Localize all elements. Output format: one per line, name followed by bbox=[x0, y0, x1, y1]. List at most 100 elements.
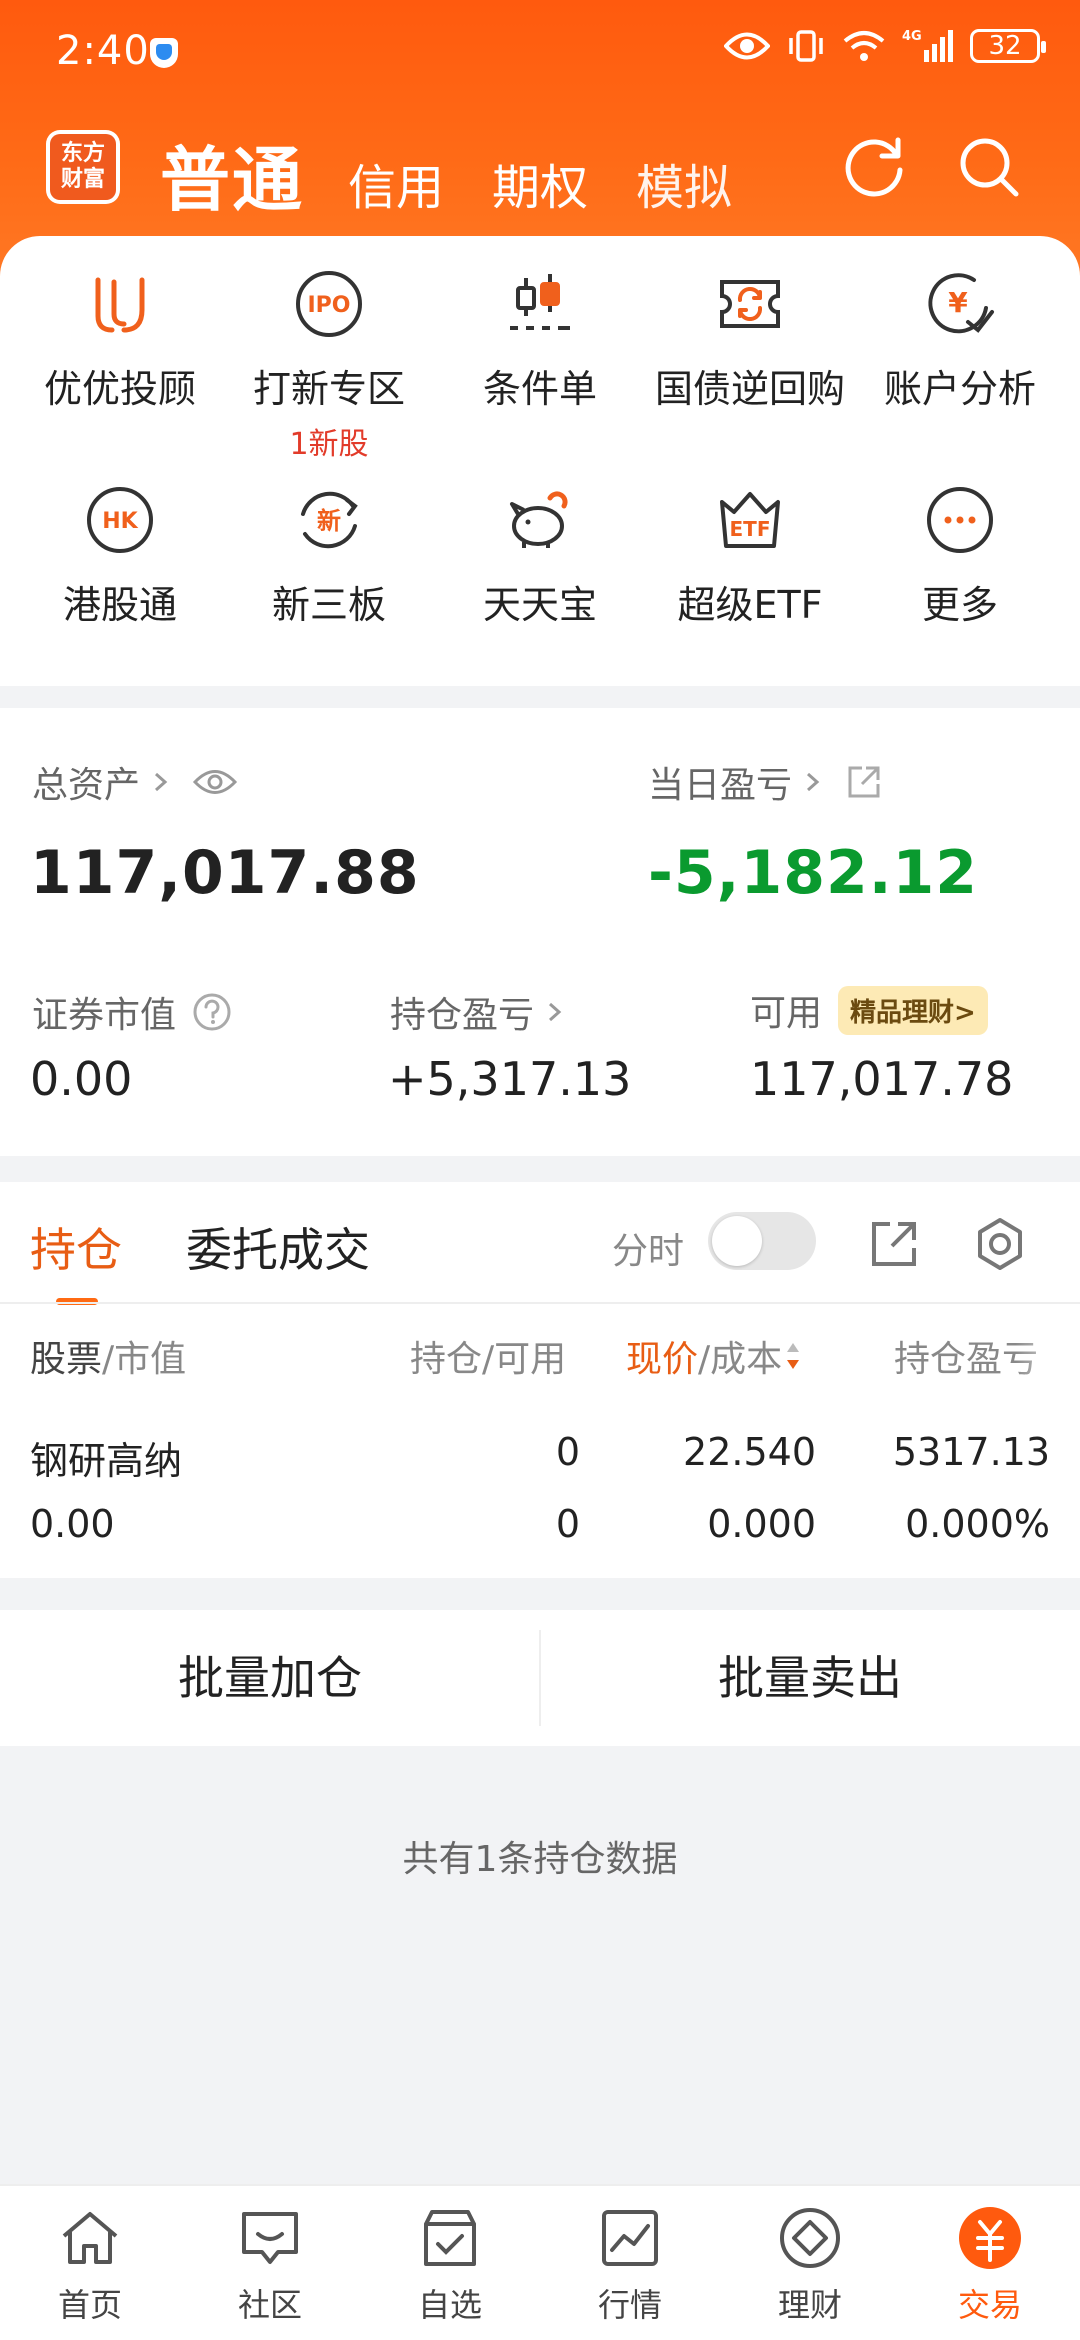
logo-mark: 东方 财富 bbox=[50, 134, 116, 200]
new-stock-count: 1新股 bbox=[289, 427, 369, 462]
menu-item-hk-connect[interactable]: HK 港股通 bbox=[12, 484, 228, 629]
menu-label: 打新专区 bbox=[252, 367, 405, 411]
account-type-tabs: 东方 财富 普通 信用 期权 模拟 bbox=[0, 120, 1080, 230]
eye-icon[interactable] bbox=[192, 767, 238, 797]
ipo-icon: IPO bbox=[296, 271, 362, 337]
wealth-product-badge[interactable]: 精品理财> bbox=[838, 985, 988, 1035]
nav-trade[interactable]: 交易 bbox=[900, 2206, 1080, 2326]
market-value-value: 0.00 bbox=[30, 1052, 133, 1106]
neeq-icon: 新 bbox=[301, 491, 358, 549]
col-stock-label: 股票 bbox=[30, 1339, 103, 1380]
position-pl-header[interactable]: 持仓盈亏 bbox=[390, 986, 564, 1038]
menu-item-neeq[interactable]: 新 新三板 bbox=[221, 484, 437, 629]
svg-text:ETF: ETF bbox=[730, 517, 771, 541]
tab-orders[interactable]: 委托成交 bbox=[186, 1214, 370, 1280]
menu-label: 超级ETF bbox=[677, 583, 823, 627]
conditional-order-icon bbox=[510, 274, 570, 330]
status-bar: 2:40 4G 32 bbox=[0, 0, 1080, 100]
nav-home[interactable]: 首页 bbox=[0, 2206, 180, 2326]
batch-actions: 批量加仓 批量卖出 bbox=[0, 1610, 1080, 1746]
available-label: 可用 bbox=[750, 993, 823, 1034]
wealth-icon bbox=[780, 2208, 840, 2268]
signal-icon: 4G bbox=[902, 29, 953, 62]
holdings-count: 共有1条持仓数据 bbox=[402, 1839, 678, 1880]
market-value-label: 证券市值 bbox=[32, 995, 177, 1036]
daily-pl-header[interactable]: 当日盈亏 bbox=[648, 756, 882, 808]
col-position-header: 持仓/可用 bbox=[410, 1339, 567, 1380]
chat-icon bbox=[242, 2212, 298, 2264]
trading-page: 2:40 4G 32 东方 财富 普通 信用 期权 模拟 优优投顾 IPO 打新… bbox=[0, 0, 1080, 2340]
available-value: 117,017.78 bbox=[750, 1052, 1014, 1106]
batch-add-button[interactable]: 批量加仓 bbox=[0, 1610, 540, 1746]
network-type: 4G bbox=[902, 29, 922, 44]
chevron-right-icon bbox=[807, 772, 820, 792]
menu-item-conditional-order[interactable]: 条件单 bbox=[432, 268, 648, 413]
nav-watchlist[interactable]: 自选 bbox=[360, 2206, 540, 2326]
share-icon[interactable] bbox=[868, 1218, 920, 1270]
help-icon[interactable] bbox=[192, 992, 232, 1032]
piggy-bank-icon bbox=[510, 491, 568, 548]
batch-sell-button[interactable]: 批量卖出 bbox=[540, 1610, 1080, 1746]
reverse-repo-icon bbox=[720, 280, 780, 328]
external-link-icon[interactable] bbox=[846, 764, 882, 800]
eye-icon bbox=[724, 32, 770, 60]
menu-item-piggy-bank[interactable]: 天天宝 bbox=[432, 484, 648, 629]
menu-label: 国债逆回购 bbox=[654, 367, 845, 411]
gear-icon[interactable] bbox=[972, 1216, 1028, 1272]
market-value-header: 证券市值 bbox=[32, 986, 232, 1038]
stock-market-value: 0.00 bbox=[30, 1502, 115, 1546]
nav-label: 交易 bbox=[957, 2286, 1022, 2324]
menu-label: 账户分析 bbox=[883, 367, 1036, 411]
svg-text:新: 新 bbox=[317, 507, 341, 535]
total-assets-header[interactable]: 总资产 bbox=[32, 756, 238, 808]
search-icon[interactable] bbox=[956, 134, 1022, 200]
market-chart-icon bbox=[602, 2210, 658, 2266]
hk-connect-icon: HK bbox=[87, 487, 153, 553]
nav-community[interactable]: 社区 bbox=[180, 2206, 360, 2326]
wifi-icon bbox=[843, 31, 885, 61]
menu-item-etf[interactable]: ETF 超级ETF bbox=[642, 484, 858, 629]
col-price-header[interactable]: 现价/成本 bbox=[626, 1330, 802, 1382]
menu-item-account-analysis[interactable]: ¥ 账户分析 bbox=[852, 268, 1068, 413]
nav-wealth[interactable]: 理财 bbox=[720, 2206, 900, 2326]
account-analysis-icon: ¥ bbox=[928, 273, 994, 334]
menu-item-advisor[interactable]: 优优投顾 bbox=[12, 268, 228, 413]
nav-market[interactable]: 行情 bbox=[540, 2206, 720, 2326]
col-cost-label: /成本 bbox=[698, 1339, 783, 1380]
etf-icon: ETF bbox=[720, 492, 780, 548]
total-assets-label: 总资产 bbox=[32, 765, 141, 806]
daily-pl-label: 当日盈亏 bbox=[648, 765, 793, 806]
menu-item-reverse-repo[interactable]: 国债逆回购 bbox=[642, 268, 858, 413]
tab-options[interactable]: 期权 bbox=[492, 148, 588, 218]
svg-text:IPO: IPO bbox=[307, 293, 350, 318]
menu-label: 天天宝 bbox=[482, 583, 597, 627]
stock-cost: 0.000 bbox=[707, 1502, 816, 1546]
menu-label: 更多 bbox=[921, 583, 998, 627]
app-logo: 东方 财富 bbox=[46, 130, 120, 204]
tab-normal[interactable]: 普通 bbox=[160, 124, 304, 225]
col-price-label: 现价 bbox=[626, 1339, 699, 1380]
stock-position: 0 bbox=[555, 1430, 580, 1474]
sort-icon[interactable] bbox=[784, 1339, 802, 1373]
divider bbox=[0, 1302, 1080, 1304]
stock-available: 0 bbox=[555, 1502, 580, 1546]
shield-icon bbox=[150, 38, 178, 68]
nav-label: 行情 bbox=[597, 2286, 662, 2324]
menu-item-more[interactable]: 更多 bbox=[852, 484, 1068, 629]
asset-summary: 总资产 117,017.88 当日盈亏 -5,182.12 证券市值 0.00 … bbox=[0, 708, 1080, 1156]
bottom-nav: 首页 社区 自选 行情 理财 交易 bbox=[0, 2184, 1080, 2340]
vibrate-icon bbox=[789, 30, 823, 62]
menu-label: 优优投顾 bbox=[43, 367, 196, 411]
menu-label: 新三板 bbox=[271, 583, 386, 627]
timeshare-toggle[interactable] bbox=[708, 1212, 816, 1270]
col-market-value-label: /市值 bbox=[102, 1339, 187, 1380]
tab-credit[interactable]: 信用 bbox=[348, 148, 444, 218]
tab-simulate[interactable]: 模拟 bbox=[636, 148, 732, 218]
col-stock-header: 股票/市值 bbox=[30, 1330, 186, 1382]
menu-item-ipo[interactable]: IPO 打新专区 1新股 bbox=[221, 268, 437, 463]
refresh-icon[interactable] bbox=[842, 134, 908, 200]
status-time: 2:40 bbox=[56, 28, 150, 74]
home-icon bbox=[62, 2212, 118, 2264]
tab-holdings[interactable]: 持仓 bbox=[30, 1214, 122, 1280]
stock-price: 22.540 bbox=[683, 1430, 816, 1474]
